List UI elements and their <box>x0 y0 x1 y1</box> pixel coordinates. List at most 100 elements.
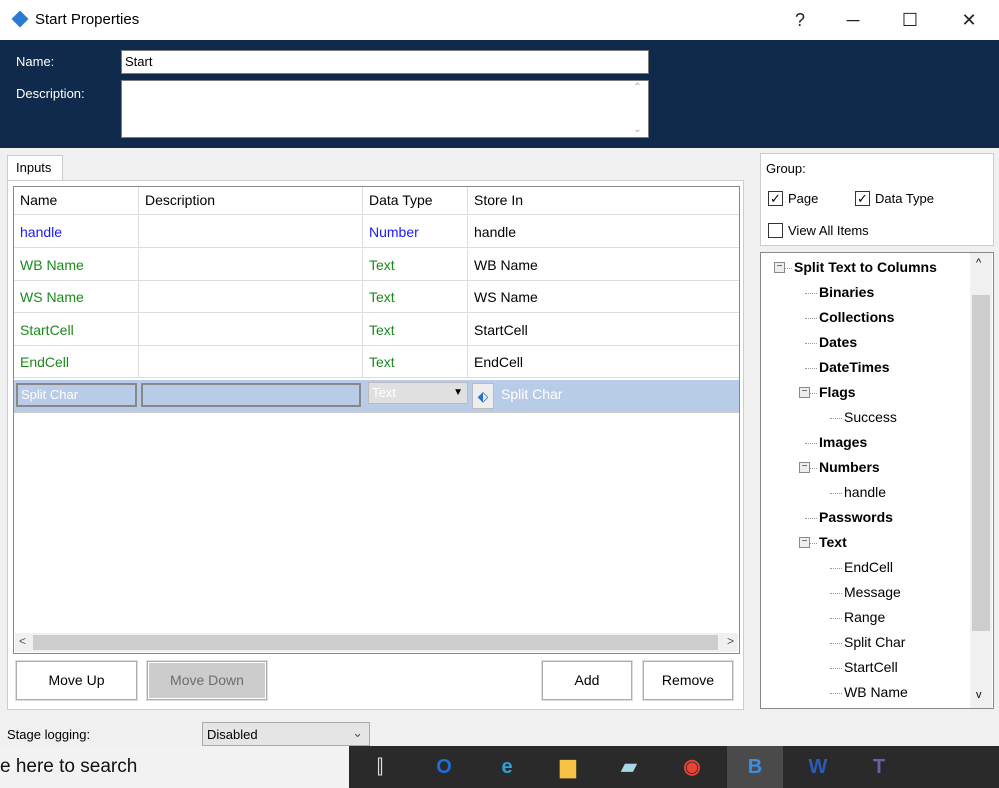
collapse-icon[interactable]: − <box>774 262 785 273</box>
word-icon[interactable]: W <box>792 746 844 788</box>
data-item-picker-icon[interactable]: ⬖ <box>472 383 494 409</box>
cell-description[interactable] <box>139 216 363 248</box>
name-input[interactable]: Start <box>121 50 649 74</box>
tree-item[interactable]: Numbers <box>819 459 880 475</box>
column-header-store-in[interactable]: Store In <box>468 187 739 215</box>
cell-data-type[interactable]: Text <box>363 346 468 378</box>
notepad-icon[interactable]: ▰ <box>603 746 655 788</box>
tree-item[interactable]: Collections <box>819 309 894 325</box>
cell-data-type[interactable]: Text <box>363 281 468 313</box>
column-header-data-type[interactable]: Data Type <box>363 187 468 215</box>
minimize-button[interactable]: ─ <box>833 6 873 34</box>
cell-store-in[interactable]: handle <box>468 216 739 248</box>
collapse-icon[interactable]: − <box>799 387 810 398</box>
description-label: Description: <box>16 86 85 101</box>
table-row[interactable]: StartCell Text StartCell <box>14 313 739 346</box>
data-items-tree: Split Text to Columns − Binaries Collection… <box>760 252 994 709</box>
edit-row[interactable]: Split Char Text ▼ ⬖ Split Char <box>14 380 739 413</box>
cell-name[interactable]: EndCell <box>14 346 139 378</box>
scroll-right-icon[interactable]: > <box>727 634 734 648</box>
column-header-description[interactable]: Description <box>139 187 363 215</box>
cell-name[interactable]: handle <box>14 216 139 248</box>
edge-icon[interactable]: e <box>481 746 533 788</box>
edit-description-input[interactable] <box>141 383 361 407</box>
scroll-down-icon[interactable]: v <box>976 689 982 701</box>
cell-store-in[interactable]: EndCell <box>468 346 739 378</box>
table-row[interactable]: WS Name Text WS Name <box>14 281 739 313</box>
table-row[interactable]: handle Number handle <box>14 216 739 248</box>
cell-data-type[interactable]: Text <box>363 248 468 281</box>
tree-item[interactable]: Passwords <box>819 509 893 525</box>
taskbar-search[interactable]: e here to search <box>0 746 349 788</box>
tree-connector <box>830 593 842 594</box>
cell-description[interactable] <box>139 281 363 313</box>
name-label: Name: <box>16 54 55 69</box>
cell-store-in[interactable]: WB Name <box>468 249 739 281</box>
cell-description[interactable] <box>139 248 363 281</box>
add-button[interactable]: Add <box>542 661 632 700</box>
tree-item[interactable]: EndCell <box>844 559 893 575</box>
close-button[interactable]: ✕ <box>949 6 989 34</box>
cell-name[interactable]: StartCell <box>14 313 139 346</box>
cell-store-in[interactable]: StartCell <box>468 314 739 346</box>
remove-button[interactable]: Remove <box>643 661 733 700</box>
tree-item[interactable]: Images <box>819 434 867 450</box>
cell-description[interactable] <box>139 346 363 378</box>
tree-item[interactable]: Binaries <box>819 284 874 300</box>
tree-item[interactable]: Flags <box>819 384 856 400</box>
collapse-icon[interactable]: − <box>799 537 810 548</box>
scrollbar-thumb[interactable] <box>972 295 990 631</box>
scroll-up-icon[interactable]: ^ <box>976 257 981 269</box>
tab-inputs[interactable]: Inputs <box>7 155 63 181</box>
cell-store-in[interactable]: WS Name <box>468 281 739 313</box>
move-down-button[interactable]: Move Down <box>147 661 267 700</box>
page-checkbox-label[interactable]: Page <box>788 191 818 206</box>
cell-data-type[interactable]: Number <box>363 216 468 248</box>
move-up-button[interactable]: Move Up <box>16 661 137 700</box>
data-type-checkbox-label[interactable]: Data Type <box>875 191 934 206</box>
table-row[interactable]: WB Name Text WB Name <box>14 248 739 281</box>
stage-logging-select[interactable]: Disabled ⌄ <box>202 722 370 746</box>
scrollbar-thumb[interactable] <box>33 635 718 650</box>
scroll-left-icon[interactable]: < <box>19 634 26 648</box>
maximize-button[interactable]: ☐ <box>890 6 930 34</box>
cell-description[interactable] <box>139 313 363 346</box>
file-explorer-icon[interactable]: ▆ <box>542 746 594 788</box>
column-header-name[interactable]: Name <box>14 187 139 215</box>
cell-data-type[interactable]: Text <box>363 313 468 346</box>
tree-item[interactable]: DateTimes <box>819 359 890 375</box>
tree-item[interactable]: StartCell <box>844 659 898 675</box>
tree-item[interactable]: Success <box>844 409 897 425</box>
description-input[interactable] <box>121 80 649 138</box>
tree-item[interactable]: WB Name <box>844 684 908 700</box>
teams-icon[interactable]: T <box>853 746 905 788</box>
edit-data-type-value: Text <box>372 385 396 400</box>
app-icon <box>11 10 29 28</box>
chrome-icon[interactable]: ◉ <box>666 746 718 788</box>
collapse-icon[interactable]: − <box>799 462 810 473</box>
task-view-icon[interactable]: ⫿ <box>354 746 406 788</box>
horizontal-scrollbar[interactable]: < > <box>15 633 738 652</box>
tree-item[interactable]: Dates <box>819 334 857 350</box>
edit-name-input[interactable]: Split Char <box>16 383 137 407</box>
blue-prism-icon[interactable]: B <box>727 746 783 788</box>
table-row[interactable]: EndCell Text EndCell <box>14 346 739 378</box>
description-scrollbar[interactable]: ⌃ ⌄ <box>628 81 647 137</box>
cell-name[interactable]: WS Name <box>14 281 139 313</box>
view-all-items-label[interactable]: View All Items <box>788 223 869 238</box>
tree-vertical-scrollbar[interactable]: ^ v <box>970 253 992 708</box>
data-type-checkbox[interactable]: ✓ <box>855 191 870 206</box>
tree-item[interactable]: Split Char <box>844 634 905 650</box>
tree-item[interactable]: handle <box>844 484 886 500</box>
tree-connector <box>830 668 842 669</box>
outlook-icon[interactable]: O <box>418 746 470 788</box>
edit-data-type-select[interactable]: Text ▼ <box>368 382 468 404</box>
page-checkbox[interactable]: ✓ <box>768 191 783 206</box>
tree-item[interactable]: Split Text to Columns <box>794 259 937 275</box>
view-all-items-checkbox[interactable] <box>768 223 783 238</box>
cell-name[interactable]: WB Name <box>14 248 139 281</box>
tree-item[interactable]: Message <box>844 584 901 600</box>
tree-item[interactable]: Text <box>819 534 847 550</box>
tree-item[interactable]: Range <box>844 609 885 625</box>
help-button[interactable]: ? <box>780 6 820 34</box>
